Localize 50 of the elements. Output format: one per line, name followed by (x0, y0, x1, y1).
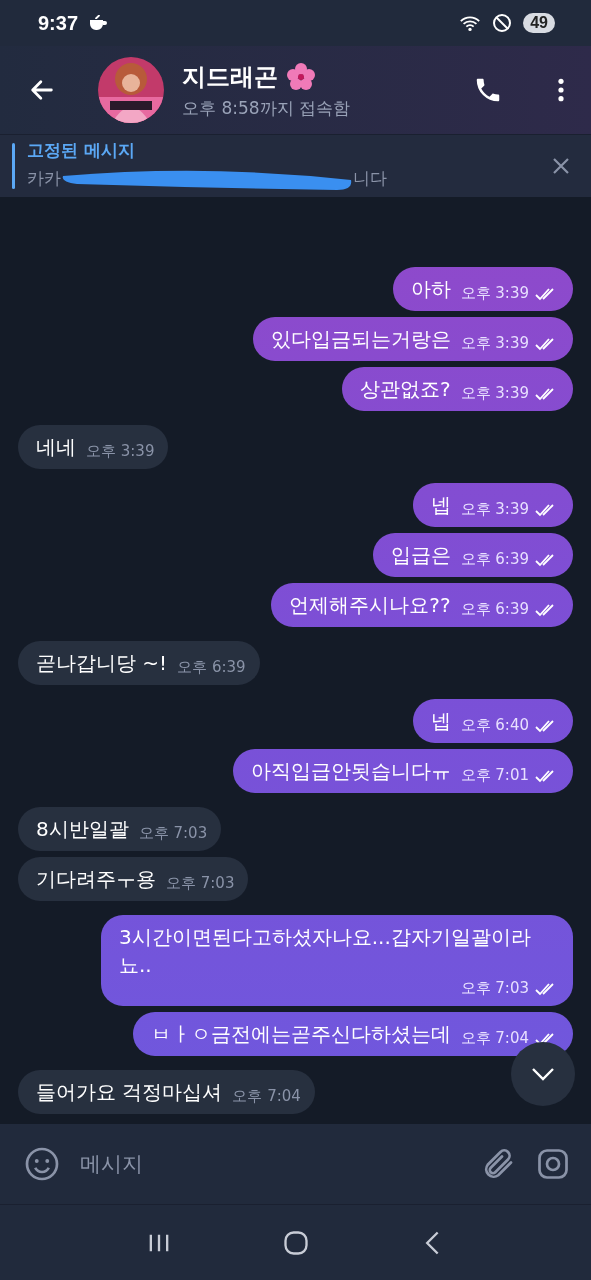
message-time: 오후 3:39 (460, 500, 529, 519)
message-time: 오후 6:39 (177, 658, 246, 677)
message-text: 기다려주ㅜ용 (36, 866, 156, 893)
camera-icon[interactable] (535, 1146, 571, 1182)
message-time: 오후 3:39 (460, 284, 529, 303)
message-text: 언제해주시나요?? (289, 592, 451, 619)
message-time: 오후 7:04 (232, 1087, 301, 1106)
message-text: 곧나갑니당 ~! (36, 650, 168, 677)
message-time: 오후 6:40 (460, 716, 529, 735)
message-time: 오후 6:39 (460, 600, 529, 619)
message-text: 네네 (36, 434, 76, 461)
last-seen-status: 오후 8:58까지 접속함 (182, 96, 351, 120)
message-time: 오후 6:39 (460, 550, 529, 569)
message-time: 오후 7:03 (166, 874, 235, 893)
wifi-icon (459, 13, 482, 33)
message-time: 오후 7:03 (138, 824, 208, 843)
cup-icon (88, 15, 109, 31)
message-text: 아하 (410, 276, 451, 303)
more-menu-icon[interactable] (557, 77, 565, 103)
message-text: 있다입금되는거랑은 (270, 326, 451, 353)
emoji-icon[interactable] (24, 1146, 60, 1182)
message-composer[interactable]: 메시지 (0, 1124, 591, 1204)
pinned-preview: 니다 (353, 167, 387, 190)
close-icon[interactable] (551, 156, 571, 176)
message-time: 오후 3:39 (460, 334, 529, 353)
message-text: 상관없죠? (359, 376, 451, 403)
pinned-title: 고정된 메시지 (27, 138, 136, 162)
status-time: 9:37 (38, 11, 79, 35)
do-not-disturb-icon (491, 13, 514, 33)
contact-name: 지드래곤 (182, 61, 278, 93)
battery-level: 49 (523, 13, 555, 33)
message-text: 8시반일괄 (36, 816, 129, 843)
message-time: 오후 3:39 (460, 384, 529, 403)
message-text: 아직입급안됫습니다ㅠ (250, 758, 451, 785)
pinned-preview: 카카 (27, 167, 61, 190)
message-text: 넵 (430, 708, 451, 735)
message-text: 넵 (430, 492, 451, 519)
message-time: 오후 7:01 (460, 766, 529, 785)
message-time: 오후 3:39 (86, 442, 155, 461)
message-time: 오후 7:03 (460, 979, 529, 998)
message-text: 입급은 (390, 542, 451, 569)
message-input[interactable]: 메시지 (78, 1143, 463, 1185)
message-text: ㅂㅏㅇ금전에는곧주신다하셨는데 (150, 1021, 451, 1048)
message-text: 3시간이면된다고하셨자나요...갑자기일괄이라뇨.. (119, 924, 532, 979)
home-icon[interactable] (281, 1228, 310, 1257)
chevron-down-icon (530, 1067, 556, 1081)
flower-icon (286, 61, 316, 92)
message-text: 들어가요 걱정마십셔 (36, 1079, 223, 1106)
pinned-message-bar[interactable]: 고정된 메시지 카카 니다 (0, 134, 591, 197)
message-time: 오후 7:04 (460, 1029, 529, 1048)
